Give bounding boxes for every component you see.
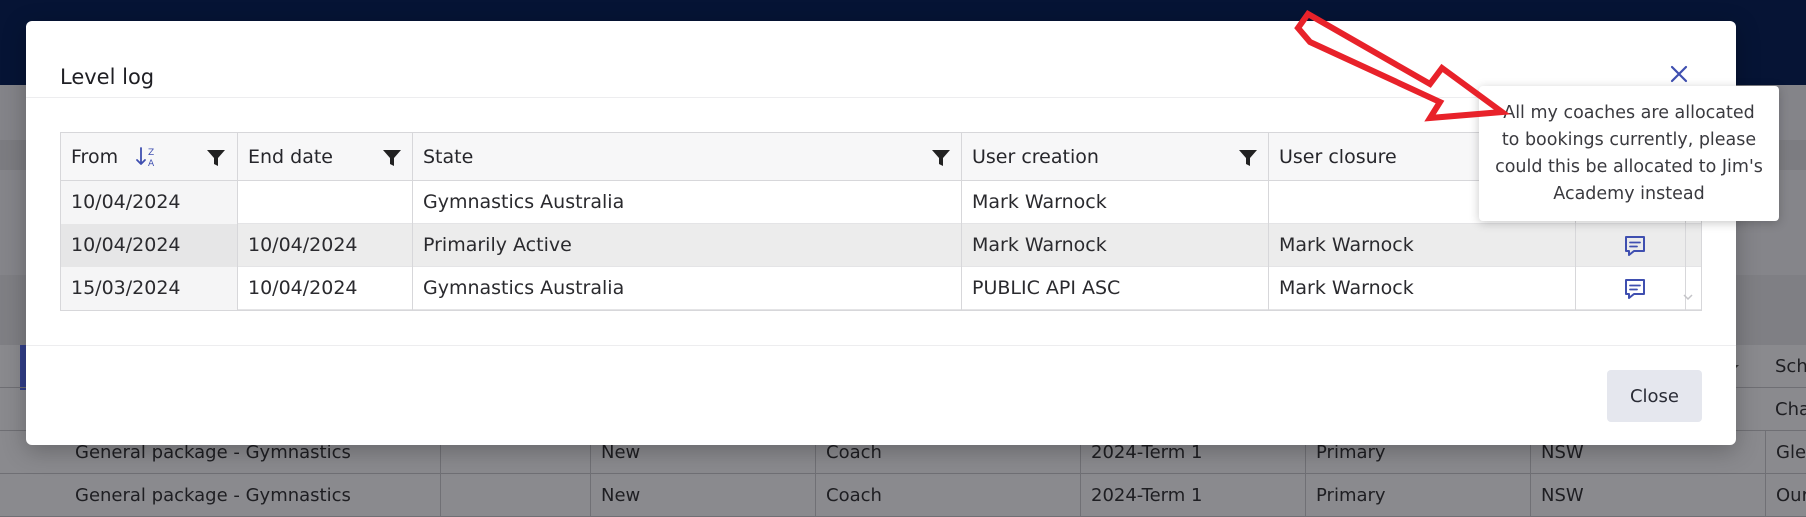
comment-icon[interactable] xyxy=(1621,232,1649,260)
column-header-state[interactable]: State xyxy=(413,133,962,181)
table-row[interactable]: 10/04/2024 10/04/2024 Primarily Active M… xyxy=(61,224,1701,267)
cell-end-date xyxy=(238,181,413,224)
column-header-end-date[interactable]: End date xyxy=(238,133,413,181)
column-label: State xyxy=(423,146,474,168)
column-header-user-creation[interactable]: User creation xyxy=(962,133,1269,181)
column-label: User creation xyxy=(972,146,1099,168)
close-button[interactable]: Close xyxy=(1607,370,1702,422)
cell-state: Gymnastics Australia xyxy=(413,181,962,224)
background-cell-school: Chalo xyxy=(1775,399,1806,420)
filter-icon[interactable] xyxy=(931,148,951,168)
table-header: From Z A End date State User creation Us… xyxy=(61,133,1701,181)
column-header-from[interactable]: From Z A xyxy=(61,133,238,181)
tooltip-text: All my coaches are allocated to bookings… xyxy=(1495,102,1763,204)
scroll-down-indicator[interactable] xyxy=(1683,293,1693,304)
cell-from: 10/04/2024 xyxy=(61,181,238,224)
cell-user-creation: Mark Warnock xyxy=(962,224,1269,267)
background-column-header[interactable]: Scho xyxy=(1765,345,1806,388)
background-cell-school: Glen xyxy=(1765,431,1806,474)
cell-end-date: 10/04/2024 xyxy=(238,224,413,267)
close-icon[interactable] xyxy=(1664,59,1694,89)
table-row[interactable]: 15/03/2024 10/04/2024 Gymnastics Austral… xyxy=(61,267,1701,310)
filter-icon[interactable] xyxy=(382,148,402,168)
filter-icon[interactable] xyxy=(206,148,226,168)
cell-user-creation: PUBLIC API ASC xyxy=(962,267,1269,310)
dialog-title: Level log xyxy=(60,65,155,89)
background-row[interactable]: General package - Gymnastics New Coach 2… xyxy=(0,474,1806,517)
cell-state: Primarily Active xyxy=(413,224,962,267)
svg-text:Z: Z xyxy=(148,148,154,158)
background-cell-role: Coach xyxy=(815,474,1080,517)
sort-z-a-icon[interactable]: Z A xyxy=(135,145,161,169)
background-cell-status: New xyxy=(590,474,815,517)
divider xyxy=(26,345,1736,346)
background-cell-school: Our I xyxy=(1765,474,1806,517)
background-cell-term: 2024-Term 1 xyxy=(1080,474,1305,517)
column-label: End date xyxy=(248,146,333,168)
cell-from: 15/03/2024 xyxy=(61,267,238,310)
cell-end-date: 10/04/2024 xyxy=(238,267,413,310)
background-cell-state: NSW xyxy=(1530,474,1765,517)
background-cell-empty xyxy=(440,474,590,517)
cell-user-closure: Mark Warnock xyxy=(1269,267,1576,310)
level-log-table: From Z A End date State User creation Us… xyxy=(60,132,1702,311)
column-label: From xyxy=(71,146,119,168)
background-cell-package: General package - Gymnastics xyxy=(75,485,351,506)
annotation-arrow xyxy=(1294,10,1511,122)
cell-state: Gymnastics Australia xyxy=(413,267,962,310)
background-cell-level: Primary xyxy=(1305,474,1530,517)
cell-user-closure: Mark Warnock xyxy=(1269,224,1576,267)
filter-icon[interactable] xyxy=(1238,148,1258,168)
column-label: User closure xyxy=(1279,146,1397,168)
svg-text:A: A xyxy=(148,159,155,169)
table-row[interactable]: 10/04/2024 Gymnastics Australia Mark War… xyxy=(61,181,1701,224)
cell-from: 10/04/2024 xyxy=(61,224,238,267)
comment-tooltip: All my coaches are allocated to bookings… xyxy=(1479,86,1779,221)
cell-user-creation: Mark Warnock xyxy=(962,181,1269,224)
comment-icon[interactable] xyxy=(1621,275,1649,303)
